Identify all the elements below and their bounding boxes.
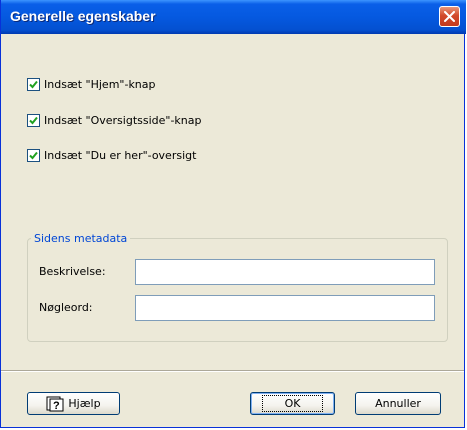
checkmark-icon: [29, 80, 38, 89]
cancel-button[interactable]: Annuller: [355, 392, 441, 415]
checkbox-overview[interactable]: [27, 114, 40, 127]
option-overview-label: Indsæt "Oversigtsside"-knap: [44, 114, 202, 127]
option-home-label: Indsæt "Hjem"-knap: [44, 78, 156, 91]
dialog-window: Generelle egenskaber Indsæt "Hjem"-knap …: [0, 0, 466, 428]
footer-separator: [1, 370, 464, 372]
metadata-legend: Sidens metadata: [31, 232, 131, 245]
help-button[interactable]: ? Hjælp: [27, 392, 120, 415]
option-breadcrumb[interactable]: Indsæt "Du er her"-oversigt: [27, 149, 196, 162]
help-button-label: Hjælp: [68, 397, 101, 410]
help-book-icon: ?: [46, 396, 64, 412]
option-home-button[interactable]: Indsæt "Hjem"-knap: [27, 78, 156, 91]
checkmark-icon: [29, 151, 38, 160]
metadata-group: [27, 238, 448, 342]
description-input[interactable]: [135, 259, 435, 285]
close-icon: [444, 11, 455, 22]
description-label: Beskrivelse:: [39, 265, 106, 278]
window-title: Generelle egenskaber: [10, 8, 156, 24]
keywords-label: Nøgleord:: [39, 301, 93, 314]
title-bar[interactable]: Generelle egenskaber: [1, 0, 466, 34]
option-overview-button[interactable]: Indsæt "Oversigtsside"-knap: [27, 114, 202, 127]
svg-text:?: ?: [53, 400, 60, 412]
ok-button-label: OK: [261, 395, 324, 412]
cancel-button-label: Annuller: [375, 397, 421, 410]
checkbox-breadcrumb[interactable]: [27, 149, 40, 162]
option-breadcrumb-label: Indsæt "Du er her"-oversigt: [44, 149, 197, 162]
ok-button[interactable]: OK: [250, 392, 335, 415]
checkmark-icon: [29, 116, 38, 125]
checkbox-home[interactable]: [27, 78, 40, 91]
close-button[interactable]: [439, 6, 460, 27]
keywords-input[interactable]: [135, 295, 435, 321]
